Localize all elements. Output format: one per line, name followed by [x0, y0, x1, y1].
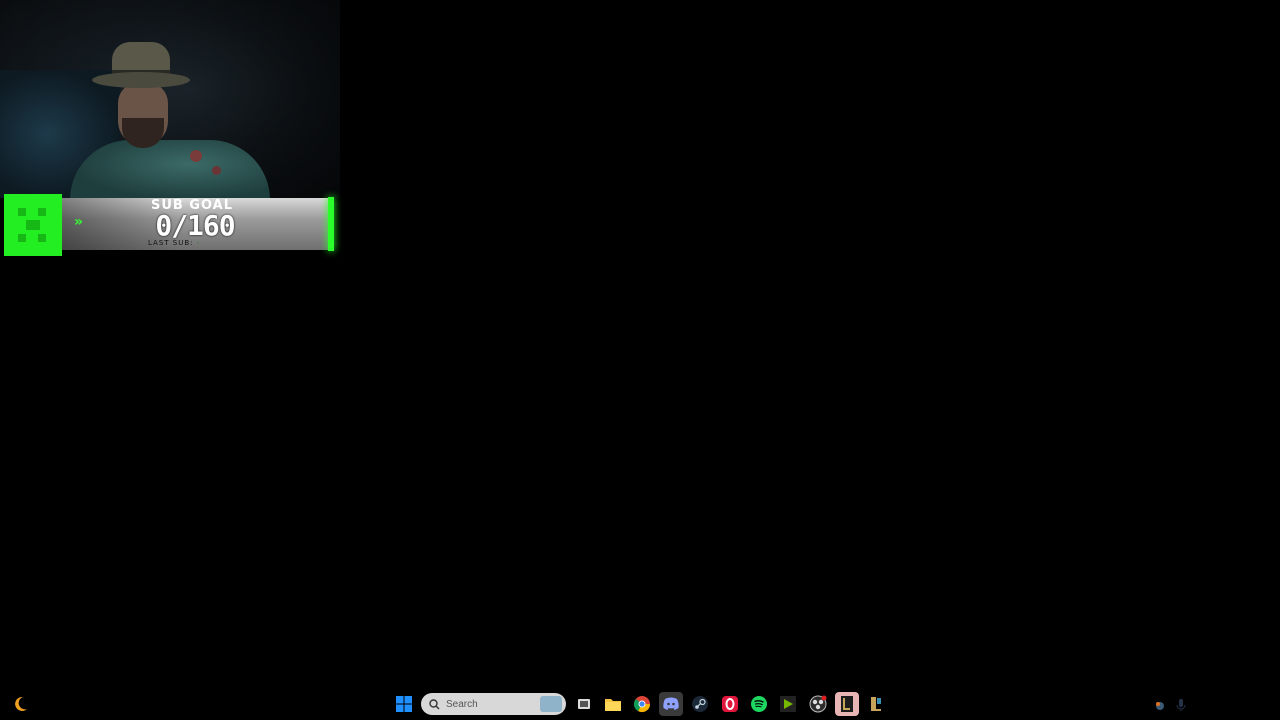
webcam-overlay — [0, 0, 340, 198]
desktop: » SUB GOAL 0/160 LAST SUB: - Search — [0, 0, 1280, 720]
goal-progress-edge — [328, 197, 334, 251]
search-icon — [429, 695, 440, 714]
league-icon[interactable] — [864, 692, 888, 716]
goal-count: 0/160 — [155, 209, 235, 242]
taskbar: Search — [0, 688, 1280, 720]
network-icon[interactable] — [1153, 697, 1167, 711]
brand-logo-icon — [4, 194, 62, 256]
chevron-right-icon: » — [74, 214, 84, 230]
task-view-icon[interactable] — [572, 692, 596, 716]
discord-icon[interactable] — [659, 692, 683, 716]
nvidia-icon[interactable] — [776, 692, 800, 716]
spotify-icon[interactable] — [747, 692, 771, 716]
obs-icon[interactable] — [806, 692, 830, 716]
chrome-icon[interactable] — [630, 692, 654, 716]
last-sub-value: - — [196, 239, 201, 247]
sub-goal-widget: » SUB GOAL 0/160 LAST SUB: - — [4, 194, 336, 256]
weather-moon-icon[interactable] — [10, 694, 30, 714]
steam-icon[interactable] — [688, 692, 712, 716]
last-sub: LAST SUB: - — [148, 239, 200, 247]
last-sub-label: LAST SUB: — [148, 239, 197, 247]
search-highlight-icon — [540, 696, 562, 712]
search-box[interactable]: Search — [421, 693, 566, 715]
league-client-icon[interactable] — [835, 692, 859, 716]
microphone-icon[interactable] — [1174, 697, 1188, 711]
windows-start-icon[interactable] — [392, 692, 416, 716]
opera-gx-icon[interactable] — [718, 692, 742, 716]
file-explorer-icon[interactable] — [601, 692, 625, 716]
search-placeholder: Search — [446, 698, 478, 710]
